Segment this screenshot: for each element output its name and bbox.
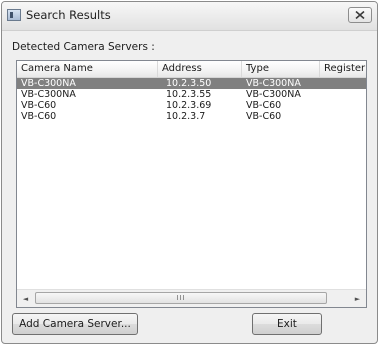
scroll-left-button[interactable]: ◄ xyxy=(17,290,34,307)
cell-register xyxy=(320,78,366,89)
window-title: Search Results xyxy=(26,8,111,22)
close-button[interactable] xyxy=(348,7,372,23)
exit-button[interactable]: Exit xyxy=(252,313,322,335)
cell-type: VB-C300NA xyxy=(246,89,301,100)
cell-type: VB-C300NA xyxy=(246,78,301,89)
title-bar[interactable]: Search Results xyxy=(2,2,377,31)
cell-camera-name: VB-C60 xyxy=(21,100,57,111)
thumb-grip-icon: III xyxy=(176,294,186,302)
cell-camera-name: VB-C300NA xyxy=(21,78,76,89)
column-header-address[interactable]: Address xyxy=(158,61,242,77)
close-icon xyxy=(355,11,365,19)
cell-address: 10.2.3.55 xyxy=(166,89,212,100)
camera-app-icon xyxy=(7,9,21,21)
column-header-type[interactable]: Type xyxy=(242,61,320,77)
scroll-right-button[interactable]: ► xyxy=(349,290,366,307)
table-row[interactable]: VB-C60 10.2.3.69 VB-C60 xyxy=(17,100,366,111)
add-camera-server-button[interactable]: Add Camera Server... xyxy=(12,313,138,335)
cell-address: 10.2.3.69 xyxy=(166,100,212,111)
cell-register xyxy=(320,100,366,111)
detected-servers-label: Detected Camera Servers : xyxy=(12,41,155,53)
search-results-dialog: Search Results Detected Camera Servers :… xyxy=(1,1,378,344)
cell-register xyxy=(320,89,366,100)
table-row[interactable]: VB-C60 10.2.3.7 VB-C60 xyxy=(17,111,366,122)
cell-camera-name: VB-C300NA xyxy=(21,89,76,100)
cell-address: 10.2.3.50 xyxy=(166,78,212,89)
horizontal-scrollbar[interactable]: ◄ III ► xyxy=(17,289,366,307)
table-row[interactable]: VB-C300NA 10.2.3.50 VB-C300NA xyxy=(17,78,366,89)
scroll-right-icon: ► xyxy=(354,294,361,303)
scrollbar-thumb[interactable]: III xyxy=(35,292,327,304)
scroll-left-icon: ◄ xyxy=(22,294,29,303)
cell-camera-name: VB-C60 xyxy=(21,111,57,122)
column-header-camera-name[interactable]: Camera Name xyxy=(17,61,158,77)
list-header: Camera Name Address Type Register xyxy=(17,61,366,78)
camera-server-list[interactable]: Camera Name Address Type Register VB-C30… xyxy=(16,60,367,308)
cell-address: 10.2.3.7 xyxy=(166,111,206,122)
column-header-register[interactable]: Register xyxy=(320,61,366,77)
cell-register xyxy=(320,111,366,122)
table-row[interactable]: VB-C300NA 10.2.3.55 VB-C300NA xyxy=(17,89,366,100)
cell-type: VB-C60 xyxy=(246,100,282,111)
cell-type: VB-C60 xyxy=(246,111,282,122)
